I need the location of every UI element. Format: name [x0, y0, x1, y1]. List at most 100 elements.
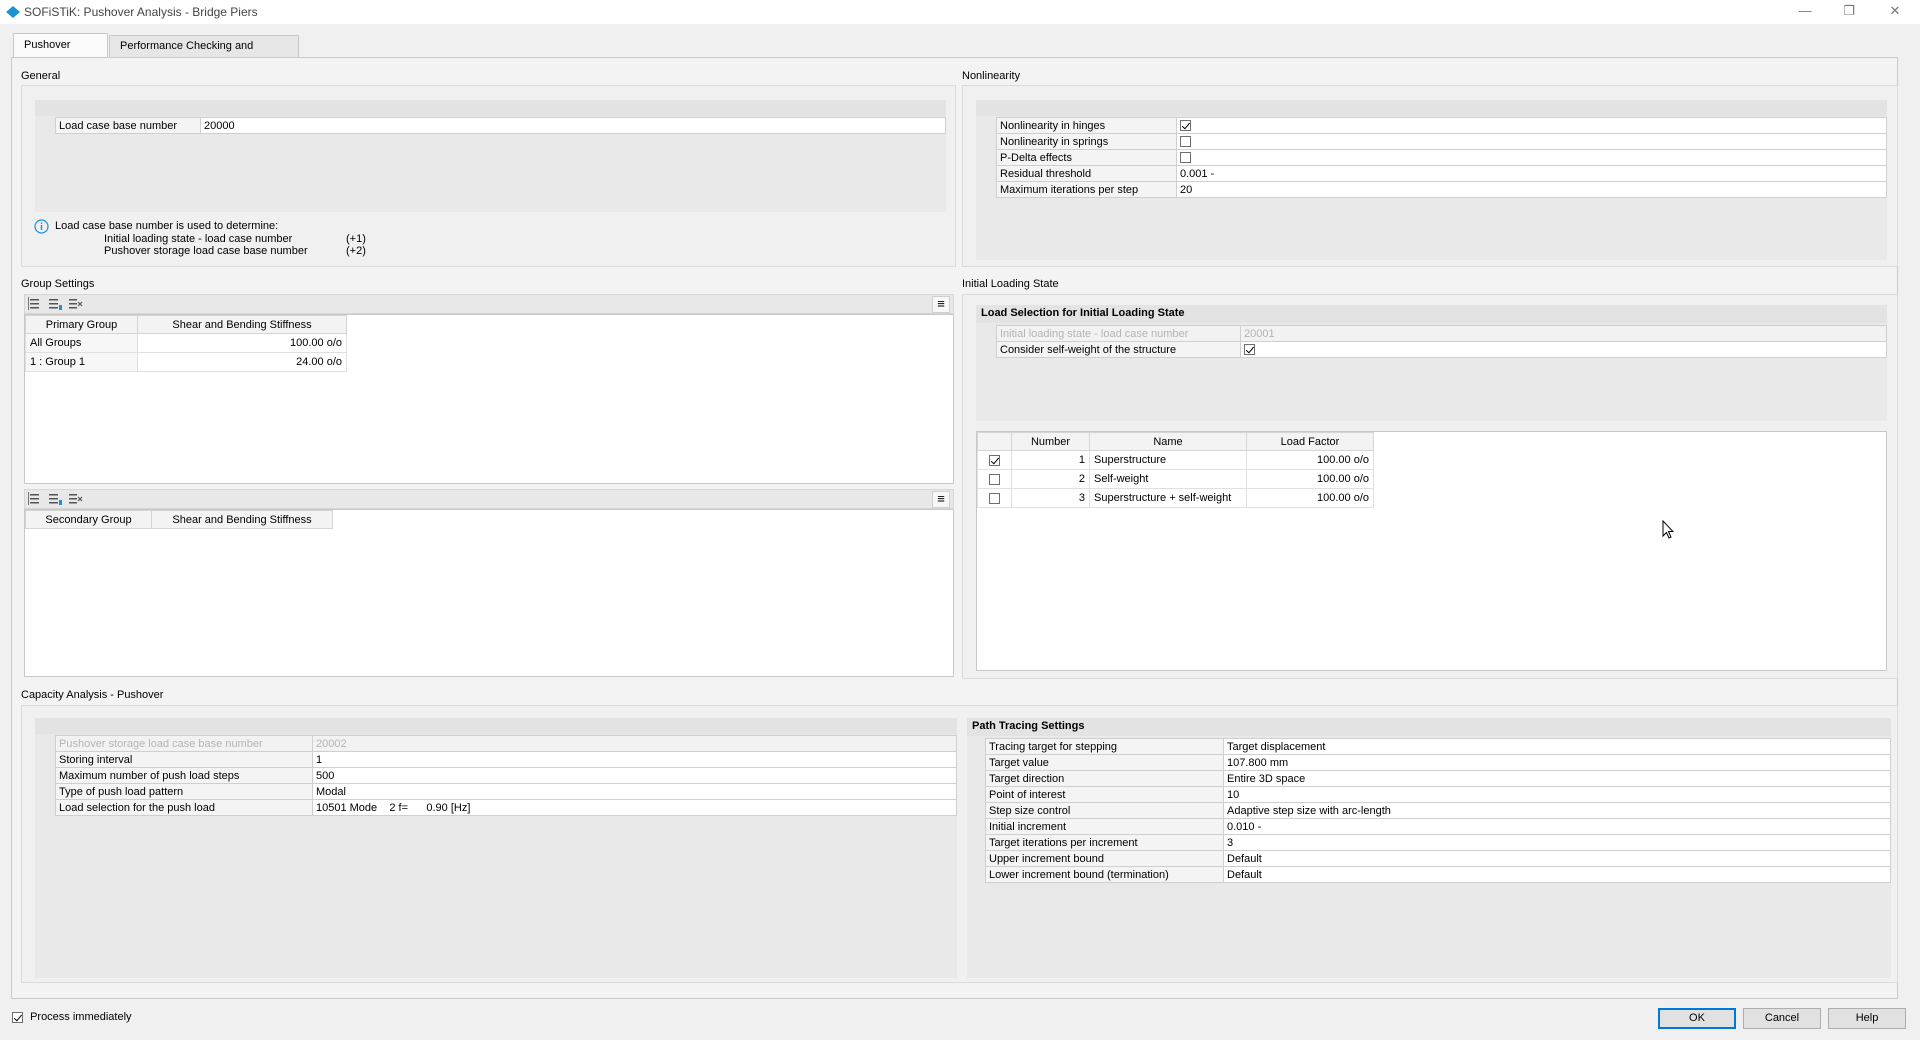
- info-text-line3: Pushover storage load case base number: [104, 245, 308, 257]
- upper-bound-label: Upper increment bound: [985, 850, 1224, 867]
- number-column-header: Number: [1011, 432, 1090, 451]
- initial-lc-label: Initial loading state - load case number: [996, 325, 1241, 342]
- load-case-base-input[interactable]: 20000: [200, 117, 946, 134]
- primary-group-toolbar: [24, 294, 954, 314]
- secondary-stiffness-header: Shear and Bending Stiffness: [151, 510, 333, 529]
- info-text-line2: Initial loading state - load case number: [104, 233, 293, 245]
- push-load-selection-select[interactable]: 10501 Mode 2 f= 0.90 [Hz]: [312, 799, 957, 816]
- primary-stiffness-cell[interactable]: 24.00 o/o: [137, 352, 347, 372]
- initial-loading-table: Initial loading state - load case number…: [996, 325, 1887, 358]
- table-row[interactable]: 1 : Group 1 24.00 o/o: [25, 352, 347, 372]
- nonlinearity-springs-checkbox[interactable]: [1180, 136, 1191, 148]
- primary-group-cell[interactable]: 1 : Group 1: [25, 352, 138, 372]
- target-value-input[interactable]: 107.800 mm: [1223, 754, 1891, 771]
- tracing-target-select[interactable]: Target displacement: [1223, 738, 1891, 755]
- point-of-interest-label: Point of interest: [985, 786, 1224, 803]
- minimize-button[interactable]: —: [1782, 0, 1828, 24]
- max-iterations-input[interactable]: 20: [1176, 181, 1887, 198]
- primary-stiffness-cell[interactable]: 100.00 o/o: [137, 333, 347, 353]
- path-tracing-inner: Path Tracing Settings Tracing target for…: [967, 718, 1891, 978]
- pdelta-checkbox[interactable]: [1180, 152, 1191, 164]
- secondary-group-menu-icon[interactable]: ≡: [932, 491, 950, 508]
- nonlinearity-table: Nonlinearity in hinges Nonlinearity in s…: [996, 117, 1887, 198]
- load-factor-cell[interactable]: 100.00 o/o: [1246, 488, 1374, 508]
- upper-bound-input[interactable]: Default: [1223, 850, 1891, 867]
- initial-lc-input: 20001: [1240, 325, 1887, 342]
- primary-stiffness-header: Shear and Bending Stiffness: [137, 315, 347, 334]
- capacity-title: Capacity Analysis - Pushover: [21, 689, 164, 701]
- process-immediately-toggle[interactable]: Process immediately: [12, 1011, 132, 1023]
- cancel-button[interactable]: Cancel: [1743, 1008, 1821, 1029]
- residual-threshold-label: Residual threshold: [996, 165, 1177, 182]
- initial-loading-title: Initial Loading State: [962, 278, 1059, 290]
- table-row[interactable]: 2 Self-weight 100.00 o/o: [977, 469, 1374, 489]
- ok-button[interactable]: OK: [1658, 1008, 1736, 1029]
- primary-group-menu-icon[interactable]: ≡: [932, 296, 950, 313]
- lower-bound-input[interactable]: Default: [1223, 866, 1891, 883]
- target-value-label: Target value: [985, 754, 1224, 771]
- capacity-panel: Pushover storage load case base number 2…: [21, 705, 1898, 983]
- push-pattern-select[interactable]: Modal: [312, 783, 957, 800]
- help-button[interactable]: Help: [1828, 1008, 1906, 1029]
- load-name-cell: Superstructure: [1089, 450, 1247, 470]
- nonlinearity-header-bar: [976, 100, 1887, 116]
- residual-threshold-input[interactable]: 0.001 -: [1176, 165, 1887, 182]
- load-row-checkbox[interactable]: [989, 473, 1000, 485]
- restore-button[interactable]: ❐: [1826, 0, 1872, 24]
- capacity-table: Pushover storage load case base number 2…: [55, 735, 957, 816]
- general-panel: Load case base number 20000 Load case ba…: [21, 85, 956, 267]
- sofistik-logo-icon: [6, 6, 20, 18]
- process-immediately-checkbox[interactable]: [12, 1011, 23, 1023]
- table-row[interactable]: 3 Superstructure + self-weight 100.00 o/…: [977, 488, 1374, 508]
- pdelta-label: P-Delta effects: [996, 149, 1177, 166]
- path-tracing-heading: Path Tracing Settings: [967, 718, 1891, 736]
- nonlinearity-hinges-checkbox[interactable]: [1180, 120, 1191, 132]
- target-iterations-input[interactable]: 3: [1223, 834, 1891, 851]
- load-factor-cell[interactable]: 100.00 o/o: [1246, 450, 1374, 470]
- storing-interval-input[interactable]: 1: [312, 751, 957, 768]
- secondary-group-grid: Secondary Group Shear and Bending Stiffn…: [24, 509, 954, 677]
- load-row-checkbox[interactable]: [989, 454, 1000, 466]
- info-text-line3-value: (+2): [346, 245, 366, 257]
- initial-increment-input[interactable]: 0.010 -: [1223, 818, 1891, 835]
- close-button[interactable]: ✕: [1872, 0, 1918, 24]
- append-row-icon[interactable]: [47, 297, 63, 311]
- delete-row-icon[interactable]: [67, 492, 83, 506]
- delete-row-icon[interactable]: [67, 297, 83, 311]
- secondary-group-table: Secondary Group Shear and Bending Stiffn…: [25, 510, 333, 529]
- title-bar: SOFiSTiK: Pushover Analysis - Bridge Pie…: [0, 0, 1920, 24]
- table-row[interactable]: All Groups 100.00 o/o: [25, 333, 347, 353]
- selfweight-checkbox[interactable]: [1244, 344, 1255, 356]
- load-number-cell: 3: [1011, 488, 1090, 508]
- insert-row-icon[interactable]: [28, 297, 44, 311]
- target-direction-select[interactable]: Entire 3D space: [1223, 770, 1891, 787]
- nonlinearity-hinges-label: Nonlinearity in hinges: [996, 117, 1177, 134]
- append-row-icon[interactable]: [47, 492, 63, 506]
- push-pattern-label: Type of push load pattern: [55, 783, 313, 800]
- tab-pushover-input[interactable]: Pushover Input: [13, 33, 108, 74]
- load-selection-table: Number Name Load Factor 1 Superstructure…: [977, 432, 1374, 508]
- primary-group-cell[interactable]: All Groups: [25, 333, 138, 353]
- lower-bound-label: Lower increment bound (termination): [985, 866, 1224, 883]
- mouse-cursor-icon: [1662, 520, 1674, 539]
- storing-interval-label: Storing interval: [55, 751, 313, 768]
- info-icon: [34, 219, 49, 234]
- target-iterations-label: Target iterations per increment: [985, 834, 1224, 851]
- secondary-group-header: Secondary Group: [25, 510, 152, 529]
- step-size-control-select[interactable]: Adaptive step size with arc-length: [1223, 802, 1891, 819]
- load-factor-cell[interactable]: 100.00 o/o: [1246, 469, 1374, 489]
- initial-loading-inner: Load Selection for Initial Loading State…: [976, 305, 1887, 421]
- window-title: SOFiSTiK: Pushover Analysis - Bridge Pie…: [24, 5, 258, 19]
- max-push-steps-input[interactable]: 500: [312, 767, 957, 784]
- tab-performance-checking[interactable]: Performance Checking and Output: [109, 35, 299, 73]
- primary-group-grid: Primary Group Shear and Bending Stiffnes…: [24, 314, 954, 484]
- load-number-cell: 2: [1011, 469, 1090, 489]
- load-number-cell: 1: [1011, 450, 1090, 470]
- table-row[interactable]: 1 Superstructure 100.00 o/o: [977, 450, 1374, 470]
- load-row-checkbox[interactable]: [989, 492, 1000, 504]
- point-of-interest-input[interactable]: 10: [1223, 786, 1891, 803]
- insert-row-icon[interactable]: [28, 492, 44, 506]
- target-direction-label: Target direction: [985, 770, 1224, 787]
- max-push-steps-label: Maximum number of push load steps: [55, 767, 313, 784]
- general-header-bar: [35, 100, 946, 116]
